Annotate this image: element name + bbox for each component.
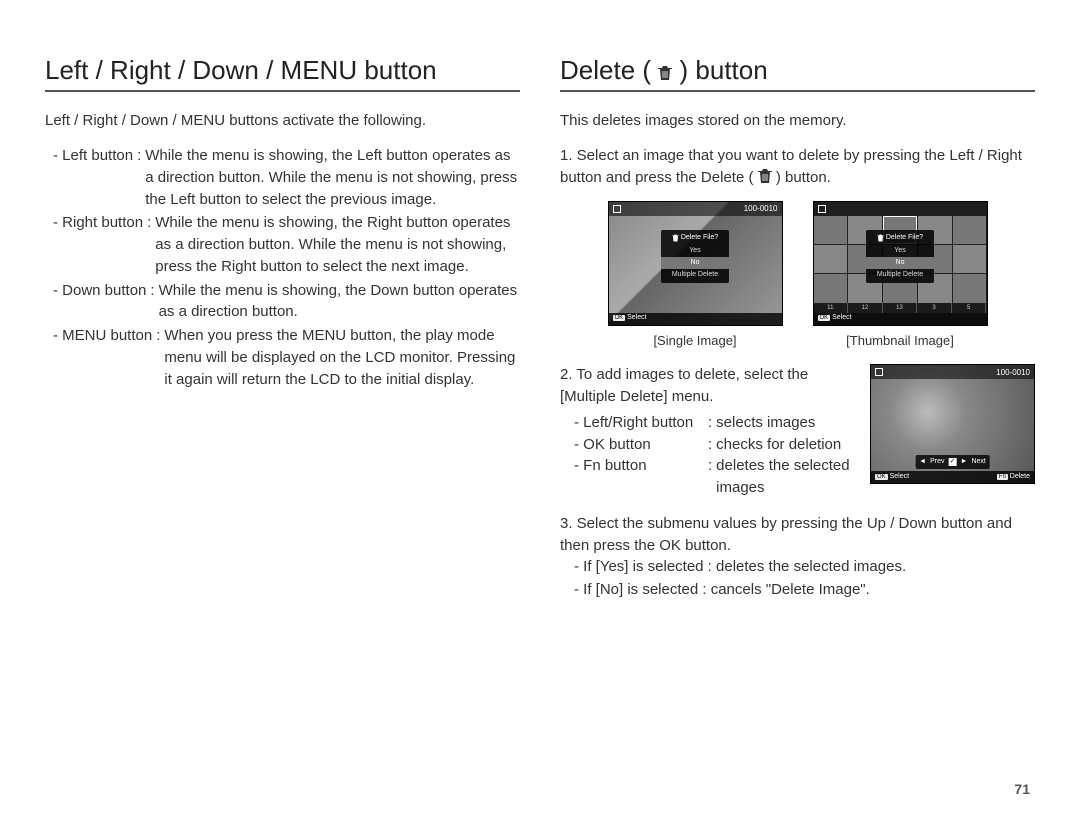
right-heading: Delete ( ) button [560,55,1035,92]
trash-icon [758,168,772,184]
thumbnail-image-preview: Delete File? Yes No Multiple Delete 1112… [813,201,988,351]
step-3: 3. Select the submenu values by pressing… [560,513,1035,602]
delete-dialog: Delete File? Yes No Multiple Delete [866,230,934,284]
trash-icon [658,65,672,81]
button-definitions: - Left button : While the menu is showin… [53,145,520,390]
step-1: 1. Select an image that you want to dele… [560,145,1035,350]
trash-icon [672,234,679,242]
step-2: 2. To add images to delete, select the [… [560,364,1035,499]
multiple-delete-preview: 100-0010 ◄Prev ✓ ►Next OK Select Fn Dele… [870,364,1035,484]
def-down-button: - Down button : While the menu is showin… [53,280,520,324]
def-right-button: - Right button : While the menu is showi… [53,212,520,277]
play-icon [818,205,826,213]
page-number: 71 [1014,781,1030,797]
trash-icon [877,234,884,242]
play-icon [613,205,621,213]
left-intro: Left / Right / Down / MENU buttons activ… [45,110,520,131]
single-image-preview: 100-0010 Delete File? Yes No Multiple De… [608,201,783,351]
def-menu-button: - MENU button : When you press the MENU … [53,325,520,390]
delete-dialog: Delete File? Yes No Multiple Delete [661,230,729,284]
check-icon: ✓ [949,458,957,466]
def-left-button: - Left button : While the menu is showin… [53,145,520,210]
left-column: Left / Right / Down / MENU button Left /… [45,55,520,615]
prev-next-bar: ◄Prev ✓ ►Next [915,455,990,469]
right-intro: This deletes images stored on the memory… [560,110,1035,131]
right-column: Delete ( ) button This deletes images st… [560,55,1035,615]
play-icon [875,368,883,376]
left-heading: Left / Right / Down / MENU button [45,55,520,92]
